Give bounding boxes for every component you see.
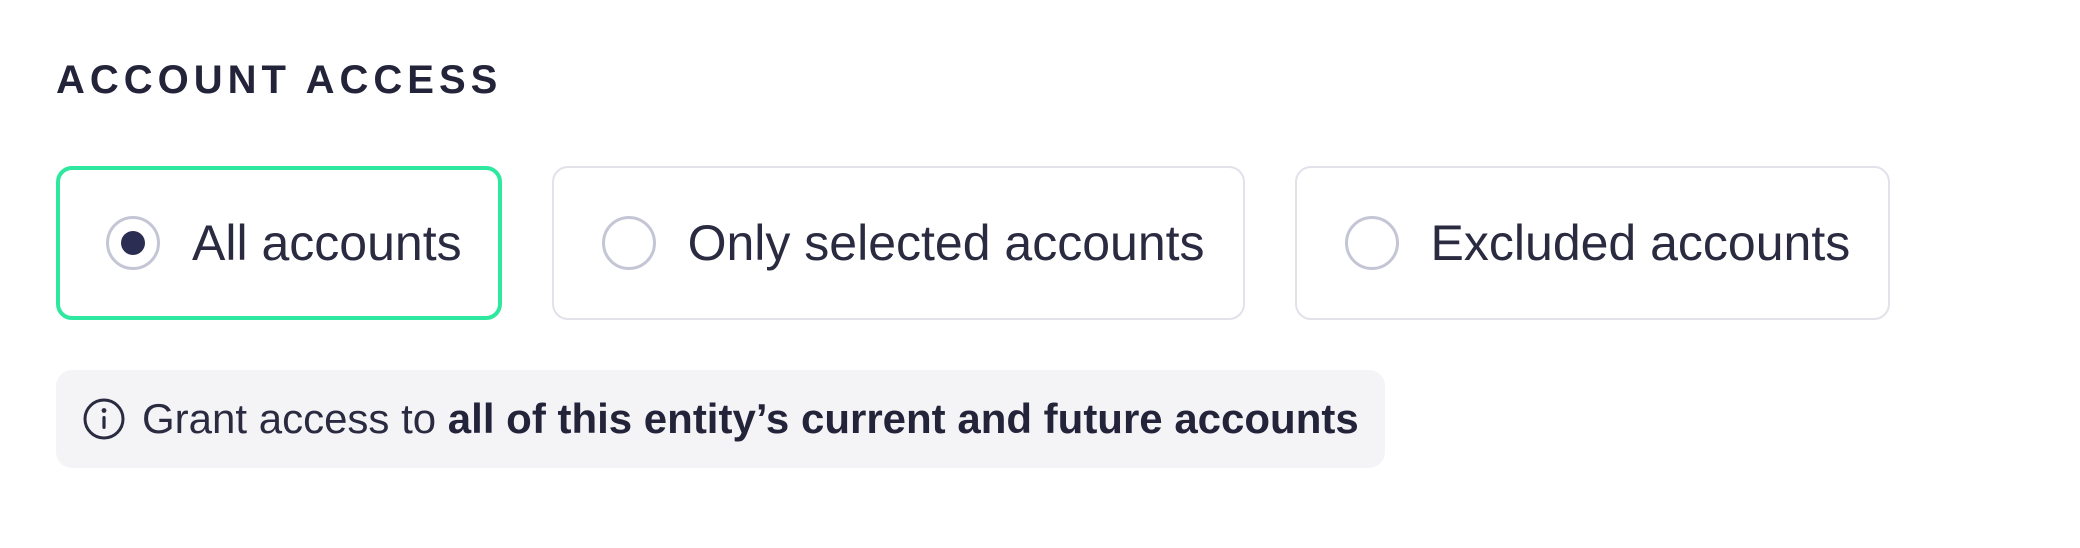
section-title: ACCOUNT ACCESS [56,58,503,102]
option-label: All accounts [192,215,462,271]
option-only-selected-accounts[interactable]: Only selected accounts [551,166,1245,320]
info-text: Grant access to all of this entity’s cur… [142,394,1359,444]
account-access-radio-group: All accounts Only selected accounts Excl… [56,166,1891,320]
account-access-section: ACCOUNT ACCESS All accounts Only selecte… [56,0,2056,548]
option-excluded-accounts[interactable]: Excluded accounts [1294,166,1891,320]
option-all-accounts[interactable]: All accounts [56,166,502,320]
radio-dot [121,231,145,255]
info-text-emphasis: all of this entity’s current and future … [447,395,1359,442]
option-label: Excluded accounts [1430,215,1851,271]
info-text-prefix: Grant access to [142,395,448,442]
radio-unselected-icon[interactable] [601,216,656,270]
info-icon [82,397,126,441]
info-banner: Grant access to all of this entity’s cur… [56,370,1385,468]
radio-selected-icon[interactable] [106,216,160,270]
option-label: Only selected accounts [687,215,1205,271]
radio-unselected-icon[interactable] [1344,216,1399,270]
